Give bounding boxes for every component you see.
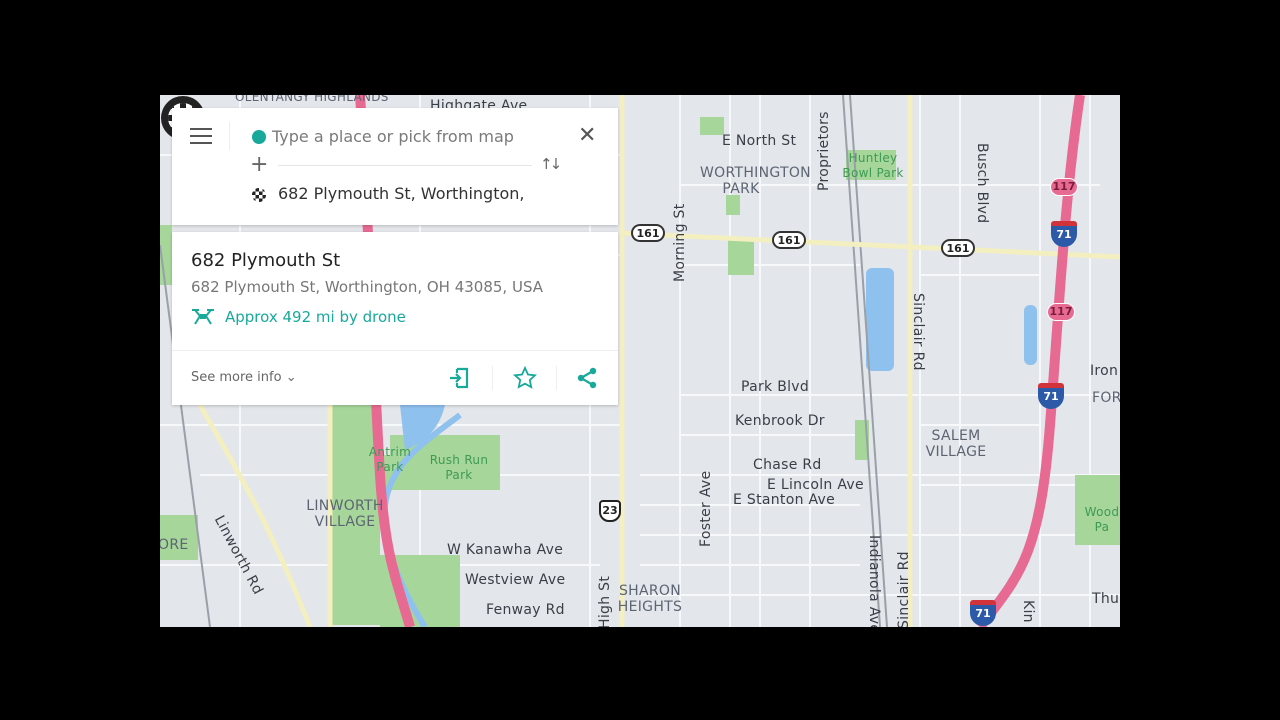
- street-label: Kenbrook Dr: [735, 413, 825, 429]
- street-label: Morning St: [672, 203, 688, 282]
- divider: [278, 165, 532, 166]
- place-address: 682 Plymouth St, Worthington, OH 43085, …: [191, 278, 544, 296]
- park-label: Huntley Bowl Park: [842, 151, 904, 180]
- star-icon: [513, 366, 537, 389]
- drone-icon: [192, 309, 214, 325]
- add-waypoint-icon[interactable]: +: [250, 152, 268, 177]
- checkered-flag-icon: [252, 188, 266, 202]
- drone-distance: Approx 492 mi by drone: [191, 308, 406, 326]
- area-label: LINWORTH VILLAGE: [306, 498, 384, 530]
- street-label: Fenway Rd: [486, 602, 565, 618]
- park-label: Antrim Park: [368, 445, 412, 474]
- origin-input[interactable]: [272, 123, 562, 149]
- divider: [229, 122, 230, 150]
- interstate-71-shield: 71: [970, 600, 996, 626]
- street-label: E Stanton Ave: [733, 492, 836, 508]
- street-label: Kin: [1020, 600, 1036, 623]
- street-label: E North St: [722, 133, 797, 149]
- area-label: WORTHINGTON PARK: [700, 165, 811, 197]
- street-label: Sinclair Rd: [910, 293, 926, 371]
- route-117-shield: 117: [1047, 303, 1075, 321]
- navigate-button[interactable]: [444, 363, 474, 393]
- route-search-panel: ✕ + ↑↓ 682 Plymouth St, Worthington, O: [172, 108, 618, 225]
- area-label: SHARON HEIGHTS: [617, 583, 683, 615]
- drone-distance-text: Approx 492 mi by drone: [225, 308, 406, 326]
- street-label: Foster Ave: [698, 470, 714, 547]
- route-161-shield: 161: [941, 239, 975, 257]
- route-161-shield: 161: [772, 231, 806, 249]
- share-icon: [577, 367, 597, 389]
- street-label: Park Blvd: [741, 379, 810, 395]
- menu-icon[interactable]: [190, 128, 212, 146]
- origin-dot-icon: [252, 130, 266, 144]
- street-label: E Lincoln Ave: [767, 477, 864, 493]
- navigate-icon: [450, 367, 469, 389]
- street-label: Thu: [1092, 591, 1120, 607]
- route-161-shield: 161: [631, 224, 665, 242]
- destination-input[interactable]: 682 Plymouth St, Worthington, O: [278, 184, 524, 203]
- street-label: Westview Ave: [465, 572, 566, 588]
- interstate-71-shield: 71: [1038, 383, 1064, 409]
- area-label: SALEM VILLAGE: [925, 428, 987, 460]
- interstate-71-shield: 71: [1051, 221, 1077, 247]
- share-button[interactable]: [572, 363, 602, 393]
- park-label: Rush Run Park: [429, 453, 489, 482]
- street-label: High St: [597, 575, 613, 627]
- place-card: 682 Plymouth St 682 Plymouth St, Worthin…: [172, 232, 618, 405]
- route-117-shield: 117: [1050, 178, 1078, 196]
- close-icon[interactable]: ✕: [578, 124, 596, 148]
- divider: [556, 366, 557, 390]
- area-label: OLENTANGY HIGHLANDS: [235, 95, 389, 104]
- place-title: 682 Plymouth St: [191, 250, 341, 271]
- see-more-info-button[interactable]: See more info ⌄: [191, 370, 297, 385]
- us-23-shield: 23: [599, 500, 621, 522]
- street-label: Proprietors: [816, 111, 832, 191]
- street-label: Chase Rd: [753, 457, 822, 473]
- street-label: W Kanawha Ave: [447, 542, 564, 558]
- street-label: Busch Blvd: [974, 143, 990, 224]
- street-label: Sinclair Rd: [896, 551, 912, 627]
- area-label: FOR: [1092, 390, 1120, 406]
- street-label: Indianola Ave: [866, 535, 882, 627]
- favorite-button[interactable]: [510, 363, 540, 393]
- area-label: ORE: [160, 537, 189, 553]
- park-label: Wood Pa: [1084, 505, 1120, 534]
- divider: [172, 350, 618, 351]
- divider: [492, 366, 493, 390]
- swap-icon[interactable]: ↑↓: [540, 155, 562, 173]
- street-label: Iron: [1090, 363, 1119, 379]
